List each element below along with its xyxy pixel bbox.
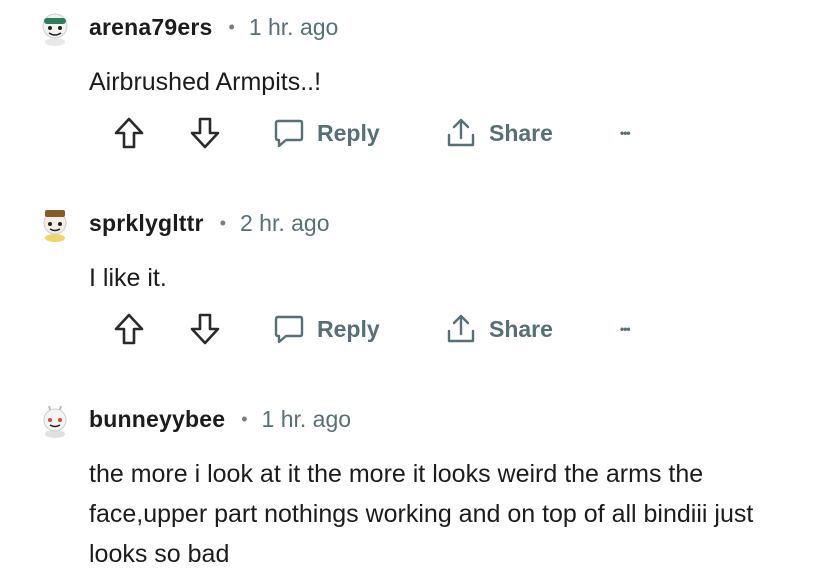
speech-bubble-icon: [274, 119, 304, 148]
comment-meta: bunneyybee • 1 hr. ago: [89, 406, 351, 433]
reply-label: Reply: [317, 315, 380, 342]
arrow-down-icon: [190, 313, 220, 345]
more-options-button[interactable]: •••: [620, 115, 631, 151]
comment-actions: Reply Share •••: [113, 311, 673, 347]
comment-actions: Reply Share •••: [113, 115, 673, 151]
snoo-avatar-bunny-icon[interactable]: [40, 404, 70, 438]
reply-label: Reply: [317, 119, 380, 146]
reply-button[interactable]: Reply: [273, 115, 380, 151]
snoo-avatar-green-icon[interactable]: [40, 12, 70, 46]
more-options-button[interactable]: •••: [620, 311, 631, 347]
share-icon: [447, 118, 475, 147]
username-link[interactable]: bunneyybee: [89, 406, 225, 433]
timestamp[interactable]: 1 hr. ago: [249, 14, 339, 41]
timestamp[interactable]: 2 hr. ago: [240, 210, 330, 237]
comment-body: I like it.: [89, 264, 167, 292]
upvote-button[interactable]: [113, 311, 145, 347]
reply-button[interactable]: Reply: [273, 311, 380, 347]
speech-bubble-icon: [274, 315, 304, 344]
upvote-button[interactable]: [113, 115, 145, 151]
ellipsis-icon: •••: [620, 322, 631, 336]
share-icon: [447, 314, 475, 343]
arrow-up-icon: [114, 313, 144, 345]
arrow-up-icon: [114, 117, 144, 149]
arrow-down-icon: [190, 117, 220, 149]
downvote-button[interactable]: [189, 311, 221, 347]
comment-meta: sprklyglttr • 2 hr. ago: [89, 210, 330, 237]
share-button[interactable]: Share: [445, 311, 553, 347]
separator-dot: •: [219, 213, 226, 233]
share-label: Share: [489, 119, 553, 146]
comment-body: the more i look at it the more it looks …: [89, 460, 754, 568]
ellipsis-icon: •••: [620, 126, 631, 140]
username-link[interactable]: arena79ers: [89, 14, 213, 41]
username-link[interactable]: sprklyglttr: [89, 210, 204, 237]
share-button[interactable]: Share: [445, 115, 553, 151]
downvote-button[interactable]: [189, 115, 221, 151]
comment-meta: arena79ers • 1 hr. ago: [89, 14, 338, 41]
timestamp[interactable]: 1 hr. ago: [262, 406, 352, 433]
separator-dot: •: [241, 409, 248, 429]
share-label: Share: [489, 315, 553, 342]
comment-body: Airbrushed Armpits..!: [89, 68, 322, 96]
separator-dot: •: [228, 17, 235, 37]
snoo-avatar-hat-icon[interactable]: [40, 208, 70, 242]
